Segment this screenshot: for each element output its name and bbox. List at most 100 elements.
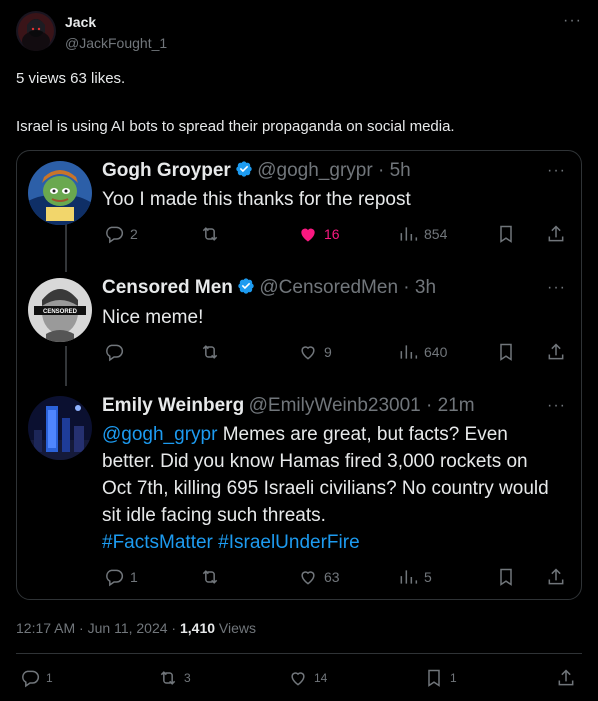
like-action[interactable]: 16 bbox=[298, 224, 340, 244]
views-count: 854 bbox=[424, 226, 448, 242]
more-icon[interactable]: ··· bbox=[547, 279, 566, 297]
views-count: 5 bbox=[424, 569, 432, 585]
reply-text: Yoo I made this thanks for the repost bbox=[102, 189, 411, 210]
like-action[interactable]: 9 bbox=[298, 342, 332, 362]
reply-avatar-gogh[interactable] bbox=[28, 161, 92, 225]
retweet-action[interactable] bbox=[200, 224, 226, 244]
like-action[interactable]: 63 bbox=[298, 567, 340, 587]
retweet-action[interactable] bbox=[200, 567, 226, 587]
reply-author-name[interactable]: Emily Weinberg bbox=[102, 395, 244, 416]
reply-icon bbox=[106, 569, 124, 587]
retweet-icon bbox=[202, 345, 218, 359]
more-icon[interactable]: ··· bbox=[547, 397, 566, 415]
mention-link[interactable]: @gogh_grypr bbox=[102, 424, 217, 445]
views-count: 1,410 bbox=[179, 620, 216, 636]
share-icon bbox=[548, 225, 564, 242]
share-action[interactable] bbox=[546, 567, 566, 587]
bookmark-count: 1 bbox=[450, 671, 457, 685]
post-date[interactable]: Jun 11, 2024 bbox=[88, 620, 168, 636]
reply-action[interactable]: 2 bbox=[104, 224, 138, 244]
verified-badge-icon bbox=[238, 278, 254, 294]
views-icon bbox=[400, 345, 418, 359]
author-avatar[interactable] bbox=[16, 11, 56, 51]
author-name[interactable]: Jack bbox=[65, 14, 96, 30]
bookmark-icon bbox=[428, 669, 440, 687]
separator-dot: · bbox=[420, 395, 438, 416]
retweet-icon bbox=[160, 671, 176, 685]
thread-line bbox=[65, 346, 67, 386]
heart-icon bbox=[291, 672, 305, 686]
reply-text: Nice meme! bbox=[102, 307, 204, 328]
like-count: 14 bbox=[314, 671, 328, 685]
bookmark-action[interactable] bbox=[496, 342, 516, 362]
like-count: 9 bbox=[324, 344, 332, 360]
retweet-icon bbox=[202, 227, 218, 241]
retweet-action[interactable]: 3 bbox=[158, 668, 191, 688]
reply-author-handle[interactable]: @CensoredMen bbox=[259, 277, 398, 298]
post-meta: 12:17 AM · Jun 11, 2024 · 1,410 Views bbox=[16, 620, 256, 636]
reply-action[interactable]: 1 bbox=[20, 668, 53, 688]
divider bbox=[16, 653, 582, 654]
views-icon bbox=[400, 570, 418, 584]
separator-dot: · bbox=[167, 620, 180, 636]
views-icon bbox=[400, 227, 418, 241]
reply-action[interactable]: 1 bbox=[104, 567, 138, 587]
share-action[interactable] bbox=[546, 342, 566, 362]
reply-header-1: Gogh Groyper @gogh_grypr · 5h bbox=[102, 160, 411, 182]
post-time[interactable]: 12:17 AM bbox=[16, 620, 75, 636]
reply-count: 1 bbox=[46, 671, 53, 685]
bookmark-action[interactable]: 1 bbox=[424, 668, 457, 688]
reply-count: 2 bbox=[130, 226, 138, 242]
retweet-action[interactable] bbox=[200, 342, 226, 362]
like-count: 63 bbox=[324, 569, 340, 585]
reply-icon bbox=[22, 670, 40, 688]
reply-author-handle[interactable]: @gogh_grypr bbox=[257, 160, 372, 181]
share-icon bbox=[558, 669, 574, 686]
bookmark-icon bbox=[500, 225, 512, 243]
reply-header-3: Emily Weinberg @EmilyWeinb23001 · 21m bbox=[102, 395, 475, 417]
reply-avatar-censored[interactable]: CENSORED bbox=[28, 278, 92, 342]
separator-dot: · bbox=[372, 160, 390, 181]
views-label: Views bbox=[218, 620, 257, 636]
retweet-icon bbox=[202, 570, 218, 584]
bookmark-action[interactable] bbox=[496, 224, 516, 244]
thread-line bbox=[65, 222, 67, 272]
more-icon[interactable]: ··· bbox=[547, 162, 566, 180]
reply-icon bbox=[106, 344, 124, 362]
reply-time[interactable]: 3h bbox=[415, 277, 436, 298]
reply-count: 1 bbox=[130, 569, 138, 585]
share-icon bbox=[548, 343, 564, 360]
reply-time[interactable]: 5h bbox=[390, 160, 411, 181]
author-handle[interactable]: @JackFought_1 bbox=[65, 35, 167, 51]
share-icon bbox=[548, 568, 564, 585]
post-text-line1: 5 views 63 likes. bbox=[16, 70, 126, 87]
reply-action[interactable] bbox=[104, 342, 130, 362]
bookmark-action[interactable] bbox=[496, 567, 516, 587]
bookmark-icon bbox=[500, 343, 512, 361]
reply-text: @gogh_grypr Memes are great, but facts? … bbox=[102, 421, 562, 556]
views-action[interactable]: 5 bbox=[398, 567, 432, 587]
censored-bar-label: CENSORED bbox=[43, 309, 78, 315]
reply-author-name[interactable]: Censored Men bbox=[102, 277, 233, 298]
reply-avatar-emily[interactable] bbox=[28, 396, 92, 460]
verified-badge-icon bbox=[236, 161, 252, 177]
more-icon[interactable]: ··· bbox=[563, 12, 582, 30]
retweet-count: 3 bbox=[184, 671, 191, 685]
share-action[interactable] bbox=[556, 668, 576, 688]
views-count: 640 bbox=[424, 344, 448, 360]
reply-time[interactable]: 21m bbox=[438, 395, 475, 416]
like-count: 16 bbox=[324, 226, 340, 242]
heart-icon bbox=[301, 571, 315, 585]
reply-author-handle[interactable]: @EmilyWeinb23001 bbox=[249, 395, 421, 416]
heart-filled-icon bbox=[301, 228, 315, 242]
reply-author-name[interactable]: Gogh Groyper bbox=[102, 160, 231, 181]
share-action[interactable] bbox=[546, 224, 566, 244]
hashtags[interactable]: #FactsMatter #IsraelUnderFire bbox=[102, 532, 360, 553]
separator-dot: · bbox=[75, 620, 88, 636]
bookmark-icon bbox=[500, 568, 512, 586]
like-action[interactable]: 14 bbox=[288, 668, 327, 688]
heart-icon bbox=[301, 346, 315, 360]
views-action[interactable]: 640 bbox=[398, 342, 447, 362]
post-text-line2: Israel is using AI bots to spread their … bbox=[16, 118, 455, 135]
views-action[interactable]: 854 bbox=[398, 224, 447, 244]
